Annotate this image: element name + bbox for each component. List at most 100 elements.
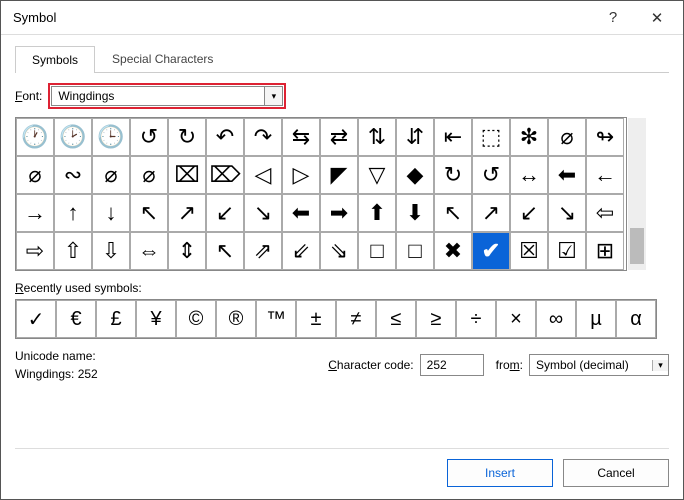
symbol-cell[interactable]: ↷ [244, 118, 282, 156]
recent-symbol-cell[interactable]: £ [96, 300, 136, 338]
symbol-cell[interactable]: 🕐 [16, 118, 54, 156]
recent-symbol-cell[interactable]: ™ [256, 300, 296, 338]
symbol-cell[interactable]: ⇦ [586, 194, 624, 232]
symbol-cell[interactable]: ✖ [434, 232, 472, 270]
symbol-cell[interactable]: ⇔ [130, 232, 168, 270]
font-row: Font: Wingdings ▾ [15, 83, 669, 109]
symbol-cell[interactable]: ⇄ [320, 118, 358, 156]
symbol-cell[interactable]: ⌀ [548, 118, 586, 156]
symbol-cell[interactable]: □ [358, 232, 396, 270]
symbol-cell[interactable]: ↙ [510, 194, 548, 232]
symbol-cell[interactable]: ⌀ [92, 156, 130, 194]
symbol-cell[interactable]: ↻ [168, 118, 206, 156]
symbol-cell[interactable]: 🕑 [54, 118, 92, 156]
symbol-cell[interactable]: ⌦ [206, 156, 244, 194]
symbol-cell[interactable]: ↖ [130, 194, 168, 232]
symbol-cell[interactable]: → [16, 194, 54, 232]
recent-symbol-cell[interactable]: © [176, 300, 216, 338]
symbol-cell[interactable]: ↻ [434, 156, 472, 194]
insert-button[interactable]: Insert [447, 459, 553, 487]
symbol-cell[interactable]: ⬚ [472, 118, 510, 156]
symbol-cell[interactable]: ⇗ [244, 232, 282, 270]
symbol-cell[interactable]: ∾ [54, 156, 92, 194]
symbol-cell[interactable]: ↘ [548, 194, 586, 232]
recent-symbol-cell[interactable]: ® [216, 300, 256, 338]
recent-symbol-cell[interactable]: ✓ [16, 300, 56, 338]
symbol-grid[interactable]: 🕐🕑🕒↺↻↶↷⇆⇄⇅⇵⇤⬚✻⌀↬⌀∾⌀⌀⌧⌦◁▷◤▽◆↻↺↔⬅←→↑↓↖↗↙↘⬅… [16, 118, 626, 270]
symbol-cell[interactable]: ↑ [54, 194, 92, 232]
symbol-cell[interactable]: ⇵ [396, 118, 434, 156]
symbol-cell[interactable]: ⇆ [282, 118, 320, 156]
symbol-cell[interactable]: ⇕ [168, 232, 206, 270]
recent-symbol-cell[interactable]: ≥ [416, 300, 456, 338]
symbol-cell[interactable]: ↗ [472, 194, 510, 232]
recent-symbol-cell[interactable]: ≤ [376, 300, 416, 338]
symbol-cell[interactable]: □ [396, 232, 434, 270]
symbol-cell[interactable]: ⌀ [16, 156, 54, 194]
symbol-cell[interactable]: ☑ [548, 232, 586, 270]
symbol-cell[interactable]: ◤ [320, 156, 358, 194]
recent-symbol-cell[interactable]: ≠ [336, 300, 376, 338]
character-code-label: Character code: [328, 358, 413, 372]
grid-scrollbar[interactable] [628, 118, 646, 270]
symbol-cell[interactable]: ⇤ [434, 118, 472, 156]
symbol-cell[interactable]: ⌀ [130, 156, 168, 194]
symbol-cell[interactable]: ⇧ [54, 232, 92, 270]
symbol-cell[interactable]: ◁ [244, 156, 282, 194]
cancel-label: Cancel [597, 466, 634, 480]
recent-symbol-cell[interactable]: € [56, 300, 96, 338]
symbol-cell[interactable]: ↙ [206, 194, 244, 232]
scrollbar-thumb[interactable] [630, 228, 644, 264]
symbol-cell[interactable]: ▽ [358, 156, 396, 194]
symbol-cell[interactable]: ⬅ [282, 194, 320, 232]
symbol-cell[interactable]: ⇩ [92, 232, 130, 270]
recent-symbol-cell[interactable]: ¥ [136, 300, 176, 338]
from-dropdown[interactable]: Symbol (decimal) ▾ [529, 354, 669, 376]
from-dropdown-button[interactable]: ▾ [652, 360, 668, 371]
symbol-cell[interactable]: ↖ [206, 232, 244, 270]
symbol-cell[interactable]: ↺ [472, 156, 510, 194]
symbol-cell[interactable]: ↖ [434, 194, 472, 232]
symbol-cell[interactable]: ⇅ [358, 118, 396, 156]
symbol-cell[interactable]: ⇙ [282, 232, 320, 270]
recent-symbol-cell[interactable]: ± [296, 300, 336, 338]
font-dropdown-highlight: Wingdings ▾ [48, 83, 286, 109]
recent-symbol-cell[interactable]: α [616, 300, 656, 338]
symbol-cell[interactable]: ↬ [586, 118, 624, 156]
symbol-cell[interactable]: ⬆ [358, 194, 396, 232]
symbol-cell[interactable]: 🕒 [92, 118, 130, 156]
recent-symbol-cell[interactable]: ∞ [536, 300, 576, 338]
symbol-cell[interactable]: ⇨ [16, 232, 54, 270]
symbol-cell[interactable]: ✔ [472, 232, 510, 270]
tab-special-characters[interactable]: Special Characters [95, 45, 230, 72]
symbol-cell[interactable]: ⬅ [548, 156, 586, 194]
cancel-button[interactable]: Cancel [563, 459, 669, 487]
symbol-grid-wrap: 🕐🕑🕒↺↻↶↷⇆⇄⇅⇵⇤⬚✻⌀↬⌀∾⌀⌀⌧⌦◁▷◤▽◆↻↺↔⬅←→↑↓↖↗↙↘⬅… [15, 117, 627, 271]
symbol-cell[interactable]: ⇘ [320, 232, 358, 270]
symbol-cell[interactable]: ↓ [92, 194, 130, 232]
symbol-cell[interactable]: ⬇ [396, 194, 434, 232]
font-dropdown[interactable]: Wingdings [51, 86, 265, 106]
recent-symbol-cell[interactable]: µ [576, 300, 616, 338]
close-button[interactable]: ✕ [635, 3, 679, 33]
symbol-cell[interactable]: ☒ [510, 232, 548, 270]
recent-symbol-cell[interactable]: × [496, 300, 536, 338]
symbol-cell[interactable]: ➡ [320, 194, 358, 232]
symbol-cell[interactable]: ↺ [130, 118, 168, 156]
recent-label: Recently used symbols: [15, 281, 669, 295]
symbol-cell[interactable]: ↔ [510, 156, 548, 194]
symbol-cell[interactable]: ▷ [282, 156, 320, 194]
recent-symbol-cell[interactable]: ÷ [456, 300, 496, 338]
symbol-cell[interactable]: ⊞ [586, 232, 624, 270]
symbol-cell[interactable]: ↗ [168, 194, 206, 232]
symbol-cell[interactable]: ← [586, 156, 624, 194]
symbol-cell[interactable]: ↶ [206, 118, 244, 156]
symbol-cell[interactable]: ◆ [396, 156, 434, 194]
help-button[interactable]: ? [591, 3, 635, 33]
symbol-cell[interactable]: ⌧ [168, 156, 206, 194]
symbol-cell[interactable]: ✻ [510, 118, 548, 156]
tab-symbols[interactable]: Symbols [15, 46, 95, 73]
font-dropdown-button[interactable]: ▾ [265, 86, 283, 106]
character-code-input[interactable] [420, 354, 484, 376]
symbol-cell[interactable]: ↘ [244, 194, 282, 232]
